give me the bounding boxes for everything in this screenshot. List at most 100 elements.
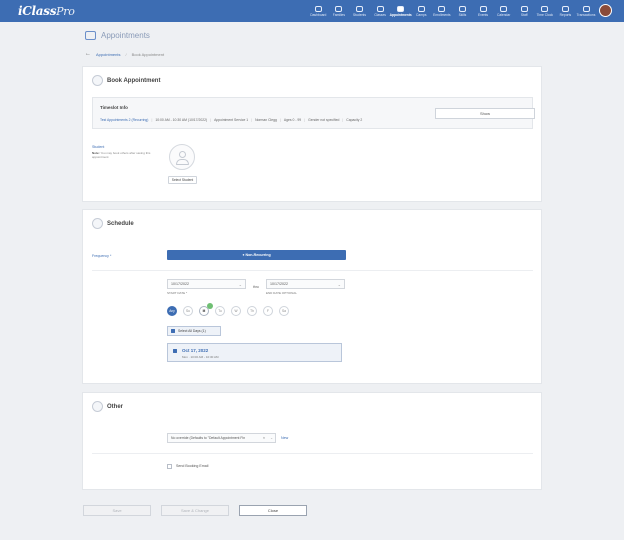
page-title: Appointments [101,31,150,40]
occurrence-date: Oct 17, 2022 [182,348,209,353]
app-logo[interactable]: iClassPro [18,4,75,18]
frequency-non-recurring-button[interactable]: ● Non-Recurring [167,250,346,260]
occurrence-item[interactable]: Oct 17, 2022 Mon · 10:00 AM - 10:30 AM [167,343,342,362]
timeslot-name-link[interactable]: Test Appointments 2 (Recurring) [100,118,148,122]
send-email-checkbox[interactable] [167,464,172,469]
top-navbar: iClassPro Dashboard Families Students Class… [0,0,624,22]
nav-item-classes[interactable]: Classes [370,0,391,22]
classes-icon [376,5,384,12]
staff-icon [520,5,528,12]
override-select[interactable]: No override (Defaults to "Default Appoin… [167,433,276,443]
student-note: Note: You may book others after saving t… [92,151,151,159]
nav-label: Classes [374,12,386,17]
nav-item-skills[interactable]: Skills [452,0,473,22]
nav-label: Appointments [389,12,412,17]
nav-label: Reports [559,12,572,17]
section-icon [92,401,103,412]
back-arrow-icon[interactable]: ← [85,51,91,57]
clear-icon[interactable]: × [263,434,265,442]
section-icon [92,218,103,229]
student-avatar-placeholder [169,144,195,170]
nav-item-events[interactable]: Events [473,0,494,22]
nav-label: Events [478,12,489,17]
nav-item-staff[interactable]: Staff [514,0,535,22]
nav-label: Families [332,12,346,17]
send-email-label: Send Booking Email [176,464,209,468]
divider [92,270,533,271]
select-student-button[interactable]: Select Student [168,176,197,184]
transactions-icon [582,5,590,12]
end-date-input[interactable]: 10/17/2022 ⌄ [266,279,345,289]
start-date-input[interactable]: 10/17/2022 ⌄ [167,279,246,289]
save-button[interactable]: Save [83,505,151,516]
nav-label: Time Clock [536,12,554,17]
timeslot-info-panel: Timeslot Info Test Appointments 2 (Recur… [92,97,535,129]
camps-icon [417,5,425,12]
nav-item-camps[interactable]: Camps [411,0,432,22]
show-button[interactable]: Show [435,108,535,119]
breadcrumb: Appointments / Book Appointment [96,52,165,57]
student-label: Student [92,145,105,149]
nav-label: Calendar [496,12,511,17]
day-toggle-sa[interactable]: Sa [279,306,289,316]
end-date-label: END DATE OPTIONAL [266,291,297,295]
nav-label: Students [352,12,366,17]
nav-item-calendar[interactable]: Calendar [493,0,514,22]
timeslot-info-title: Timeslot Info [100,105,128,110]
nav-label: Enrollments [433,12,451,17]
enrollments-icon [438,5,446,12]
reports-icon [561,5,569,12]
nav-item-families[interactable]: Families [329,0,350,22]
day-toggle-su[interactable]: Su [183,306,193,316]
timeslot-details: Test Appointments 2 (Recurring) | 10:00 AM… [100,118,363,122]
nav-label: Transactions [576,12,596,17]
start-date-label: START DATE * [167,291,188,295]
events-icon [479,5,487,12]
nav-label: Camps [416,12,427,17]
book-appointment-card: Book Appointment Timeslot Info Test Appo… [82,66,542,202]
breadcrumb-current: Book Appointment [131,52,165,57]
nav-item-transactions[interactable]: Transactions [576,0,597,22]
select-all-days-button[interactable]: Select All Days (1) [167,326,221,336]
dashboard-icon [314,5,322,12]
calendar-icon [500,5,508,12]
day-count-badge [207,303,213,309]
other-card: Other No override (Defaults to "Default … [82,392,542,490]
appointments-page-icon [85,31,96,40]
close-button[interactable]: Close [239,505,307,516]
appointments-icon [397,5,405,12]
frequency-label: Frequency * [92,254,112,258]
checkbox-icon[interactable] [173,349,177,353]
students-icon [355,5,363,12]
day-toggle-tu[interactable]: Tu [215,306,225,316]
skills-icon [458,5,466,12]
day-toggle-any[interactable]: Any [167,306,177,316]
nav-item-reports[interactable]: Reports [555,0,576,22]
thru-label: thru [253,285,259,289]
nav-item-time-clock[interactable]: Time Clock [535,0,556,22]
save-and-change-button[interactable]: Save & Change [161,505,229,516]
nav-label: Dashboard [310,12,327,17]
other-title: Other [107,403,124,410]
schedule-card: Schedule Frequency * ● Non-Recurring 10/… [82,209,542,384]
section-icon [92,75,103,86]
nav-item-appointments[interactable]: Appointments [389,0,412,22]
schedule-title: Schedule [107,220,134,227]
main-nav: Dashboard Families Students Classes Appointm… [308,0,596,22]
breadcrumb-appointments-link[interactable]: Appointments [96,52,120,57]
nav-label: Skills [458,12,467,17]
new-override-link[interactable]: New [281,436,288,440]
nav-item-students[interactable]: Students [349,0,370,22]
nav-item-dashboard[interactable]: Dashboard [308,0,329,22]
user-avatar[interactable] [599,4,612,17]
nav-item-enrollments[interactable]: Enrollments [432,0,453,22]
checkbox-icon [171,329,175,333]
day-toggle-th[interactable]: Th [247,306,257,316]
occurrence-time: Mon · 10:00 AM - 10:30 AM [182,355,219,359]
day-toggle-f[interactable]: F [263,306,273,316]
day-toggle-w[interactable]: W [231,306,241,316]
families-icon [335,5,343,12]
time-clock-icon [541,5,549,12]
divider [92,453,533,454]
nav-label: Staff [520,12,528,17]
